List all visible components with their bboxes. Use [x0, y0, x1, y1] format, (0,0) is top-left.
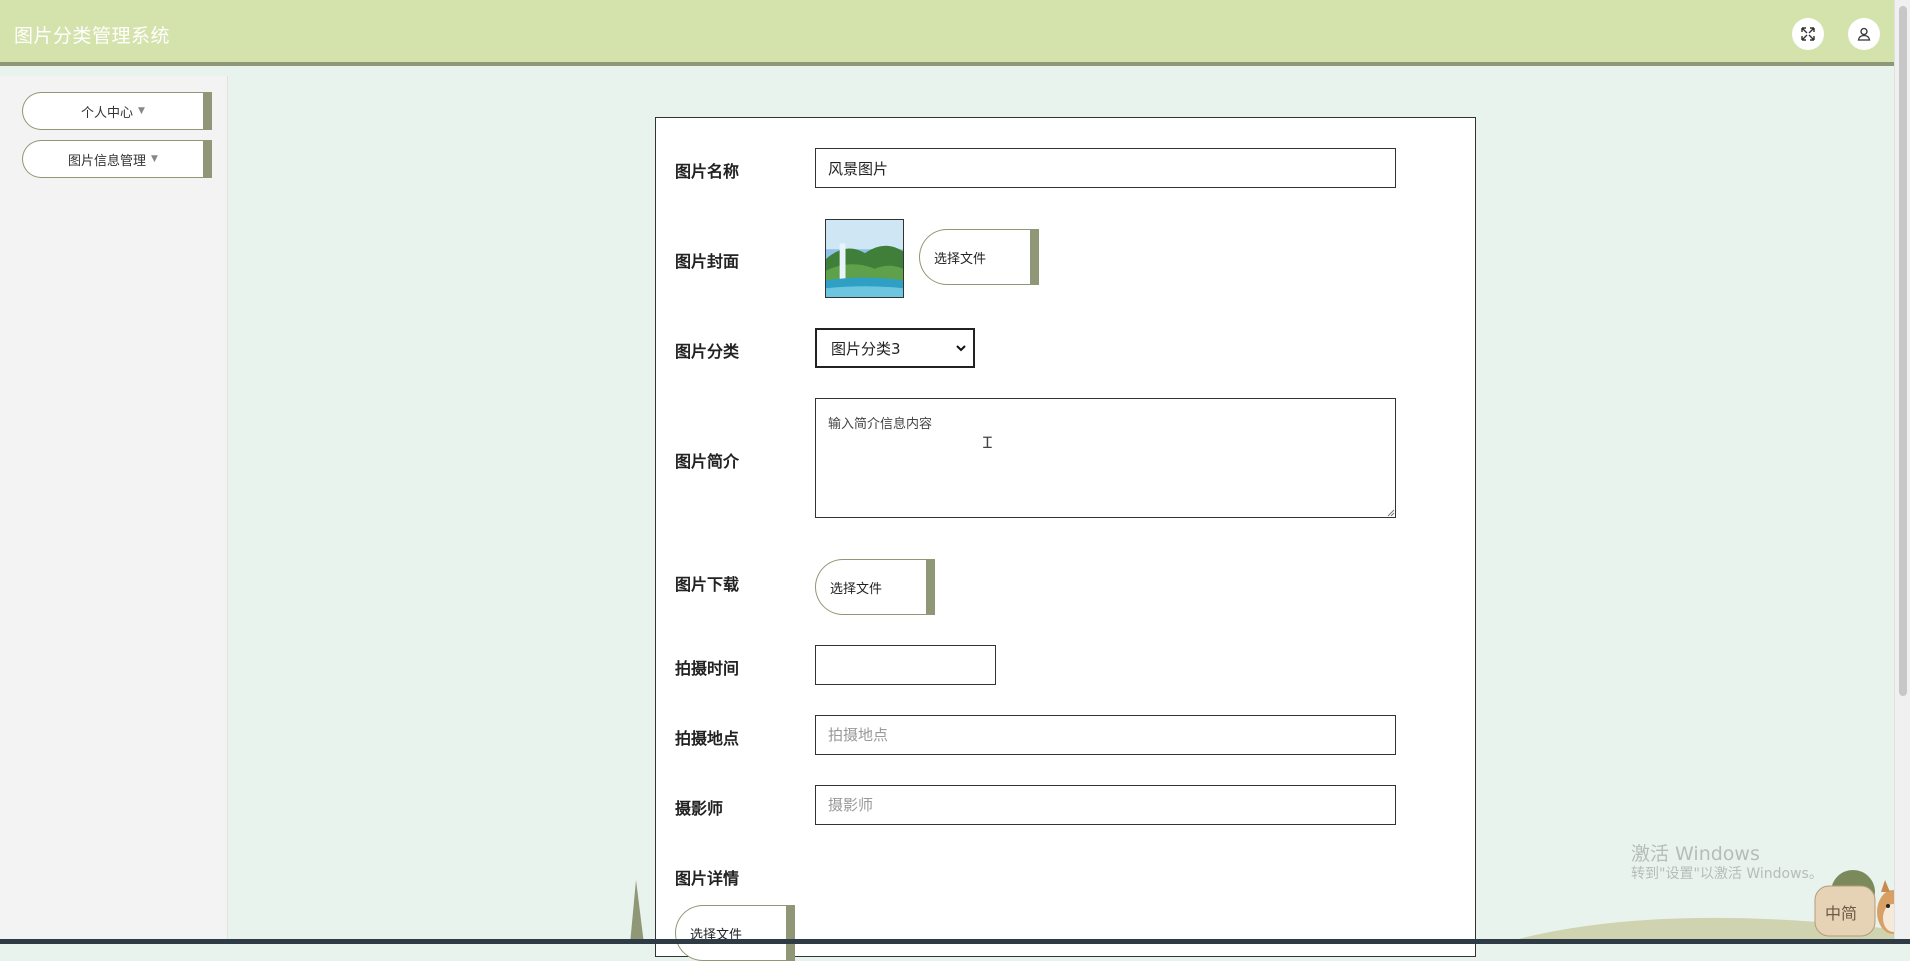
scrollbar-thumb[interactable] [1899, 6, 1907, 696]
sidebar-item-image-info-management[interactable]: 图片信息管理 ▼ [22, 140, 212, 178]
details-choose-file-button[interactable]: 选择文件 [675, 905, 795, 961]
watermark-title: 激活 Windows [1631, 843, 1760, 865]
category-selected-value: 图片分类3 [831, 339, 901, 358]
sidebar-item-personal-center[interactable]: 个人中心 ▼ [22, 92, 212, 130]
sidebar: 个人中心 ▼ 图片信息管理 ▼ [0, 76, 228, 944]
label-image-cover: 图片封面 [675, 252, 740, 271]
expand-icon [1801, 27, 1815, 41]
app-title: 图片分类管理系统 [14, 25, 171, 47]
text-cursor-icon: Ɪ [983, 433, 992, 452]
download-choose-file-button[interactable]: 选择文件 [815, 559, 935, 615]
label-shoot-time: 拍摄时间 [675, 659, 740, 678]
resize-grip-icon[interactable] [1385, 507, 1395, 517]
label-image-intro: 图片简介 [675, 452, 740, 471]
label-image-name: 图片名称 [675, 162, 740, 181]
label-image-download: 图片下载 [675, 575, 740, 594]
cover-thumbnail [825, 219, 904, 298]
photographer-input[interactable] [815, 785, 1396, 825]
label-photographer: 摄影师 [675, 799, 724, 818]
shoot-location-input[interactable] [815, 715, 1396, 755]
chevron-down-icon: ▼ [151, 154, 158, 164]
cover-choose-file-button[interactable]: 选择文件 [919, 229, 1039, 285]
top-header: 图片分类管理系统 [0, 0, 1894, 66]
label-image-category: 图片分类 [675, 342, 740, 361]
image-name-input[interactable] [815, 148, 1396, 188]
user-icon [1857, 27, 1871, 41]
shoot-time-input[interactable] [815, 645, 996, 685]
windows-activation-watermark: 激活 Windows 转到"设置"以激活 Windows。 [1631, 843, 1823, 883]
chevron-down-icon: ▼ [138, 106, 145, 116]
label-shoot-location: 拍摄地点 [675, 729, 740, 748]
sidebar-item-label: 图片信息管理 [68, 153, 147, 169]
fullscreen-button[interactable] [1792, 18, 1824, 50]
watermark-subtitle: 转到"设置"以激活 Windows。 [1631, 865, 1823, 882]
ime-label: 中简 [1825, 904, 1858, 923]
user-button[interactable] [1848, 18, 1880, 50]
label-image-details: 图片详情 [675, 869, 740, 888]
edit-form: 图片名称 图片封面 选择文件 图片分类 图片分类3 图片简介 Ɪ 图片下载 选择… [655, 117, 1476, 961]
intro-textarea[interactable] [815, 398, 1396, 518]
category-select[interactable]: 图片分类3 [815, 328, 975, 368]
page-scrollbar[interactable] [1894, 0, 1910, 939]
taskbar-edge [0, 939, 1910, 944]
chevron-down-icon [956, 345, 966, 352]
landscape-image [826, 220, 903, 297]
sidebar-item-label: 个人中心 [81, 105, 134, 121]
